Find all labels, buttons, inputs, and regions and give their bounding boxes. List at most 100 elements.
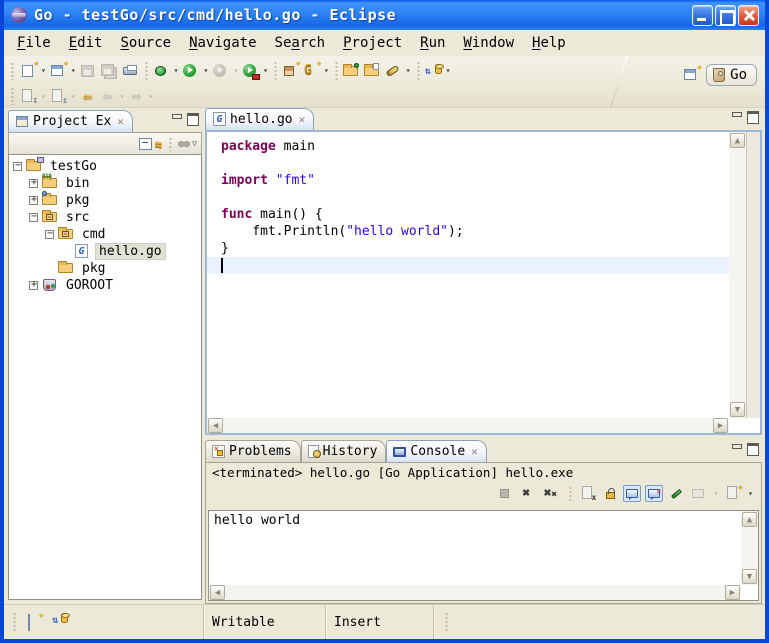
menu-search[interactable]: Search [266, 32, 335, 54]
last-edit-location-button[interactable]: ⇦ [78, 85, 98, 107]
project-explorer-tab[interactable]: Project Ex ✕ [8, 110, 133, 132]
search-button[interactable] [383, 60, 404, 82]
editor-horizontal-scrollbar[interactable]: ◀ ▶ [207, 418, 729, 433]
new-go-element-button[interactable]: G✦ [301, 60, 322, 82]
maximize-button[interactable] [715, 5, 736, 26]
expander-icon[interactable] [29, 213, 38, 222]
open-console-dropdown[interactable]: ▾ [746, 489, 755, 498]
close-button[interactable] [738, 5, 759, 26]
console-tab[interactable]: Console ✕ [386, 440, 486, 462]
synchronize-button[interactable]: ⇅ [423, 60, 444, 82]
fast-view-button[interactable]: ✦ [28, 615, 42, 629]
tree-item-testGo[interactable]: testGo [9, 158, 201, 175]
minimize-view-icon[interactable] [171, 113, 182, 123]
show-stderr-button[interactable]: ✕ [645, 485, 663, 502]
terminate-button[interactable] [495, 485, 513, 502]
tree-item-src[interactable]: src [9, 209, 201, 226]
close-editor-icon[interactable]: ✕ [297, 113, 306, 126]
external-tools-button[interactable] [240, 60, 261, 82]
run-dropdown[interactable]: ▾ [201, 66, 210, 75]
display-selected-console-button[interactable] [689, 485, 707, 502]
console-horizontal-scrollbar[interactable]: ◀ ▶ [209, 585, 741, 600]
synchronize-dropdown[interactable]: ▾ [444, 66, 453, 75]
new-go-file-dropdown[interactable]: ▾ [69, 66, 78, 75]
scroll-right-icon[interactable]: ▶ [713, 418, 728, 433]
code-editor[interactable]: package main import "fmt" func main() { … [205, 130, 762, 435]
maximize-editor-icon[interactable] [747, 111, 758, 121]
scroll-up-icon[interactable]: ▲ [730, 133, 745, 148]
new-go-project-button[interactable]: ✦ [280, 60, 301, 82]
menu-navigate[interactable]: Navigate [180, 32, 265, 54]
tree-item-pkg-src[interactable]: pkg [9, 260, 201, 277]
menu-file[interactable]: File [8, 32, 60, 54]
save-button[interactable] [78, 60, 99, 82]
menu-run[interactable]: Run [411, 32, 454, 54]
scroll-right-icon[interactable]: ▶ [725, 585, 740, 600]
open-perspective-button[interactable]: ✦ [683, 67, 700, 83]
new-wizard-dropdown[interactable]: ▾ [39, 66, 48, 75]
close-view-icon[interactable]: ✕ [115, 115, 124, 128]
maximize-view-icon[interactable] [187, 113, 198, 123]
sync-trim-button[interactable]: ⇅ [52, 615, 68, 629]
toolbar-drag-handle[interactable] [10, 87, 16, 105]
external-tools-dropdown[interactable]: ▾ [261, 66, 270, 75]
debug-button[interactable] [151, 60, 172, 82]
console-vertical-scrollbar[interactable]: ▲ ▼ [741, 511, 758, 585]
expander-icon[interactable] [45, 230, 54, 239]
debug-dropdown[interactable]: ▾ [172, 66, 181, 75]
open-type-button[interactable] [341, 60, 362, 82]
toolbar-drag-handle[interactable] [10, 62, 16, 80]
profile-button[interactable] [210, 60, 231, 82]
remove-launch-button[interactable]: ✖ [517, 485, 535, 502]
search-dropdown[interactable]: ▾ [404, 66, 413, 75]
minimize-button[interactable] [692, 5, 713, 26]
print-button[interactable] [120, 60, 141, 82]
tree-item-hello-go[interactable]: G hello.go [9, 243, 201, 260]
back-button[interactable]: ⇦ [98, 85, 118, 107]
expander-icon[interactable] [29, 196, 38, 205]
open-resource-button[interactable] [362, 60, 383, 82]
go-perspective-button[interactable]: Go [706, 64, 757, 86]
editor-tab-hello-go[interactable]: G hello.go ✕ [205, 108, 314, 130]
next-annotation-button[interactable]: ↧ [18, 85, 39, 107]
scroll-down-icon[interactable]: ▼ [742, 569, 757, 584]
scroll-left-icon[interactable]: ◀ [210, 585, 225, 600]
new-wizard-button[interactable]: ✦ [18, 60, 39, 82]
open-console-button[interactable]: ✦ [724, 485, 742, 502]
scroll-up-icon[interactable]: ▲ [742, 512, 757, 527]
clear-console-button[interactable]: x [579, 485, 597, 502]
problems-tab[interactable]: Problems [205, 440, 301, 462]
scroll-lock-button[interactable] [601, 485, 619, 502]
scroll-down-icon[interactable]: ▼ [730, 402, 745, 417]
expander-icon[interactable] [13, 162, 22, 171]
expander-icon[interactable] [29, 281, 38, 290]
tree-item-cmd[interactable]: cmd [9, 226, 201, 243]
menu-edit[interactable]: Edit [60, 32, 112, 54]
maximize-console-icon[interactable] [747, 443, 758, 453]
run-button[interactable] [180, 60, 201, 82]
scroll-left-icon[interactable]: ◀ [208, 418, 223, 433]
minimize-console-icon[interactable] [731, 443, 742, 453]
menu-source[interactable]: Source [111, 32, 180, 54]
tree-item-pkg[interactable]: pkg [9, 192, 201, 209]
menu-window[interactable]: Window [454, 32, 523, 54]
remove-all-terminated-button[interactable]: ✖✖ [539, 485, 561, 502]
editor-vertical-scrollbar[interactable]: ▲ ▼ [729, 132, 746, 418]
console-output[interactable]: hello world [209, 511, 741, 585]
close-console-icon[interactable]: ✕ [469, 445, 478, 458]
expander-icon[interactable] [29, 179, 38, 188]
minimize-editor-icon[interactable] [731, 111, 742, 121]
menu-project[interactable]: Project [334, 32, 411, 54]
titlebar[interactable]: Go - testGo/src/cmd/hello.go - Eclipse [4, 0, 765, 30]
code-text[interactable]: package main import "fmt" func main() { … [207, 132, 729, 418]
previous-annotation-button[interactable]: ↥ [48, 85, 69, 107]
history-tab[interactable]: History [301, 440, 387, 462]
focus-on-task-icon[interactable]: ●● [178, 137, 189, 150]
new-go-element-dropdown[interactable]: ▾ [322, 66, 331, 75]
tree-item-GOROOT[interactable]: GOROOT [9, 277, 201, 294]
tree-item-bin[interactable]: 010 bin [9, 175, 201, 192]
collapse-all-icon[interactable] [139, 138, 152, 150]
pin-console-button[interactable] [667, 485, 685, 502]
view-menu-icon[interactable]: ▽ [192, 139, 197, 148]
menu-help[interactable]: Help [523, 32, 575, 54]
